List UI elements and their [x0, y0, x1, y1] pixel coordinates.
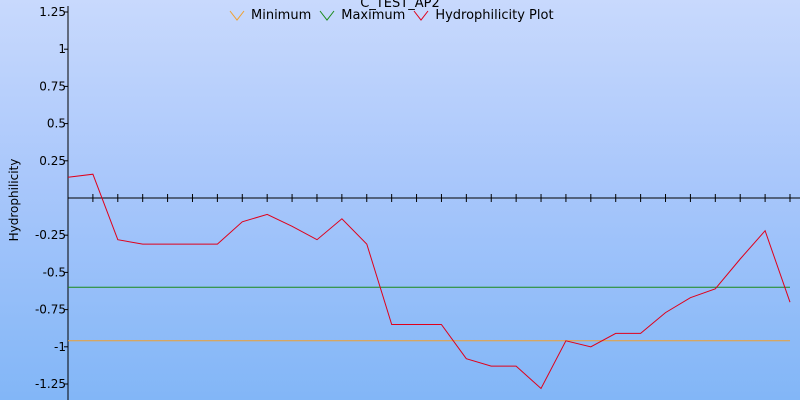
y-tick-label: 0.5 [47, 117, 66, 131]
minimum-swatch-icon [229, 10, 245, 21]
series-line-hydrophilicity-plot [67, 173, 791, 390]
y-tick-label: 0.75 [39, 79, 66, 93]
y-tick-label: -1.25 [35, 377, 66, 391]
legend-label-maximum: Maximum [341, 8, 406, 23]
legend-item-hydrophilicity: Hydrophilicity Plot [413, 8, 554, 23]
y-tick-label: -0.25 [35, 228, 66, 242]
y-tick-label: -1 [54, 340, 66, 354]
y-tick-label: -0.5 [43, 265, 66, 279]
legend-label-minimum: Minimum [251, 8, 312, 23]
chart-area: 1.25 1 0.75 0.5 0.25 -0.25 -0.5 -0.75 -1 -1.25 C_… [0, 0, 800, 400]
legend-label-hydrophilicity: Hydrophilicity Plot [435, 8, 554, 23]
legend-item-maximum: Maximum [319, 8, 405, 23]
legend-item-minimum: Minimum [229, 8, 311, 23]
y-tick-label: 1 [58, 42, 66, 56]
y-tick-label: 0.25 [39, 154, 66, 168]
maximum-swatch-icon [319, 10, 335, 21]
y-axis-label: Hydrophilicity [7, 158, 21, 242]
y-tick-label: -0.75 [35, 303, 66, 317]
hydrophilicity-chart: 1.2510.750.50.25-0.25-0.5-0.75-1-1.25 [35, 5, 800, 400]
legend: Minimum Maximum Hydrophilicity Plot [229, 8, 562, 23]
hydrophilicity-swatch-icon [413, 10, 429, 21]
